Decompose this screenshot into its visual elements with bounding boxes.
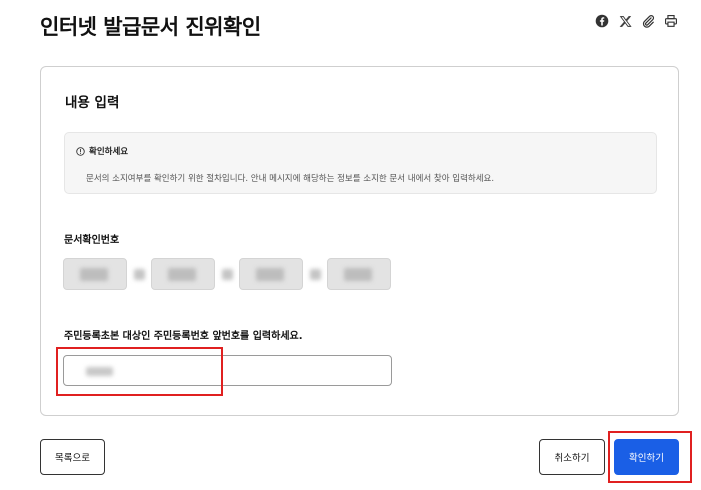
highlight-box-confirm: [608, 431, 692, 483]
document-number-label: 문서확인번호: [64, 235, 120, 246]
masked-value: [168, 268, 196, 281]
separator: [303, 258, 327, 290]
share-toolbar: [594, 13, 679, 29]
notice-text: 문서의 소지여부를 확인하기 위한 절차입니다. 안내 메시지에 해당하는 정보…: [86, 174, 495, 184]
x-icon[interactable]: [617, 13, 633, 29]
separator: [215, 258, 239, 290]
card-title: 내용 입력: [65, 95, 120, 111]
notice-title-text: 확인하세요: [89, 147, 129, 157]
facebook-icon[interactable]: [594, 13, 610, 29]
highlight-box-input: [56, 347, 223, 396]
page-title: 인터넷 발급문서 진위확인: [40, 15, 261, 39]
document-number-field-1[interactable]: [63, 258, 127, 290]
document-number-field-2[interactable]: [151, 258, 215, 290]
document-number-field-4[interactable]: [327, 258, 391, 290]
cancel-button[interactable]: 취소하기: [539, 439, 605, 475]
document-number-inputs: [63, 258, 403, 290]
notice-box: 확인하세요 문서의 소지여부를 확인하기 위한 절차입니다. 안내 메시지에 해…: [64, 132, 657, 194]
notice-title: 확인하세요: [76, 145, 128, 157]
separator: [127, 258, 151, 290]
masked-value: [344, 268, 372, 281]
back-to-list-button[interactable]: 목록으로: [40, 439, 105, 475]
masked-value: [256, 268, 284, 281]
info-icon: [76, 146, 85, 156]
document-number-field-3[interactable]: [239, 258, 303, 290]
print-icon[interactable]: [663, 13, 679, 29]
resident-number-label: 주민등록초본 대상인 주민등록번호 앞번호를 입력하세요.: [64, 331, 303, 342]
masked-value: [80, 268, 108, 281]
attachment-icon[interactable]: [640, 13, 656, 29]
